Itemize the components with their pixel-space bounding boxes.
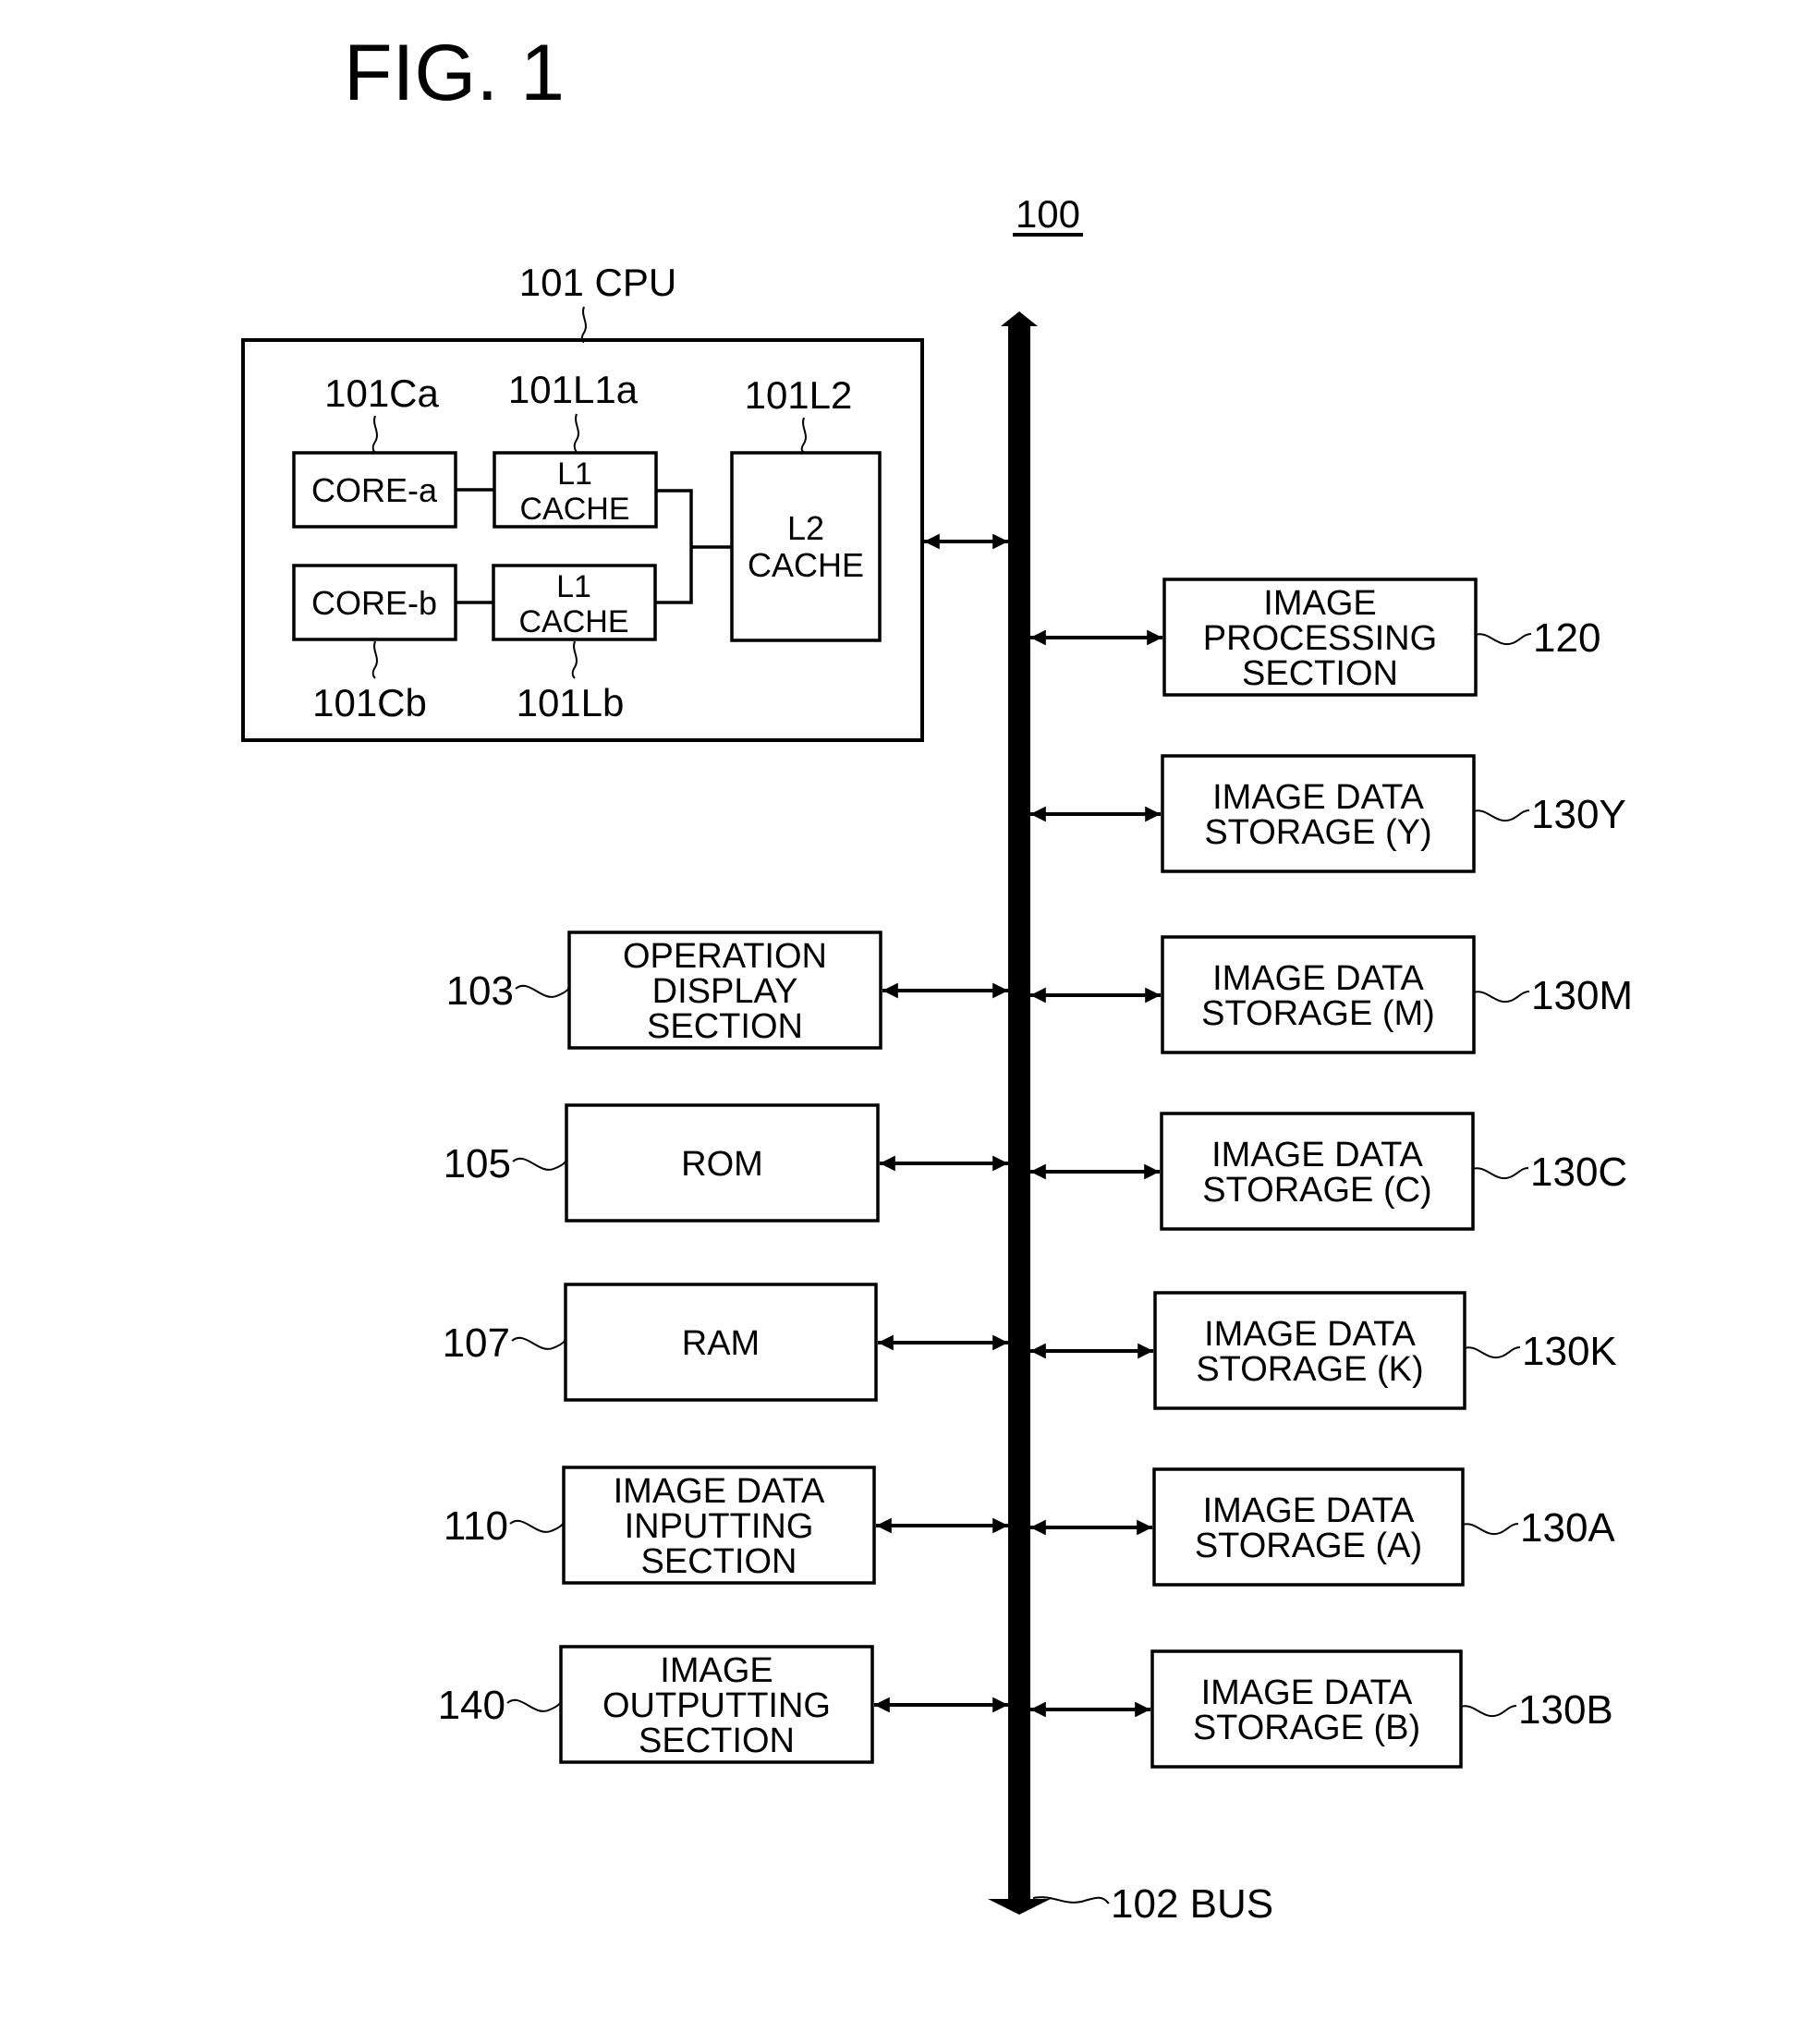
ref-leader-line <box>1475 633 1532 646</box>
bus <box>988 311 1051 1915</box>
block-text-line: SECTION <box>639 1722 795 1760</box>
block-text-line: IMAGE <box>660 1651 773 1690</box>
block-text-line: IMAGE DATA <box>614 1472 825 1511</box>
ref-leader-line <box>511 1336 566 1350</box>
ref-leader-line <box>512 1157 567 1171</box>
block-text-line: OPERATION <box>623 937 827 976</box>
block-text-line: STORAGE (C) <box>1202 1171 1431 1210</box>
l1a-line1: L1 <box>557 456 592 492</box>
l2-leader <box>800 417 807 454</box>
ref-leader-line <box>1464 1346 1521 1359</box>
core-b-block: CORE-b <box>292 564 457 641</box>
cpu-label: 101 CPU <box>519 261 676 304</box>
block-text-line: IMAGE DATA <box>1203 1491 1415 1530</box>
l2-line2: CACHE <box>748 546 864 584</box>
right-block-130Y: IMAGE DATASTORAGE (Y) 130Y <box>1030 754 1626 873</box>
right-block-120: IMAGEPROCESSINGSECTION 120 <box>1030 578 1600 697</box>
left-blocks: OPERATIONDISPLAYSECTION103ROM105RAM107IM… <box>438 931 1008 1764</box>
left-block-110: IMAGE DATAINPUTTINGSECTION 110 <box>444 1466 1008 1585</box>
bus-label: 102 BUS <box>1111 1881 1273 1927</box>
l1b-leader <box>571 640 578 679</box>
l1b-line1: L1 <box>556 569 591 604</box>
l2-ref: 101L2 <box>745 373 853 417</box>
ref-leader-line <box>1473 809 1530 822</box>
right-block-130M: IMAGE DATASTORAGE (M) 130M <box>1030 935 1633 1054</box>
block-ref-label: 130Y <box>1531 792 1626 837</box>
l1b-cache-block: L1 CACHE <box>492 564 657 641</box>
core-b-name: CORE-b <box>311 584 437 622</box>
right-block-130K: IMAGE DATASTORAGE (K) 130K <box>1030 1291 1617 1410</box>
l1b-ref: 101Lb <box>517 681 625 724</box>
block-text-line: IMAGE DATA <box>1204 1315 1416 1354</box>
core-a-leader <box>371 415 378 454</box>
block-ref-label: 120 <box>1533 615 1600 661</box>
block-text-line: STORAGE (Y) <box>1204 813 1431 852</box>
core-b-leader <box>371 640 378 679</box>
ref-leader-line <box>1460 1705 1517 1718</box>
core-a-block: CORE-a <box>292 451 457 529</box>
l1a-line2: CACHE <box>519 492 629 527</box>
block-text-line: DISPLAY <box>652 972 798 1011</box>
left-block-103: OPERATIONDISPLAYSECTION 103 <box>446 931 1008 1050</box>
block-text-line: SECTION <box>647 1007 803 1046</box>
block-text-line: STORAGE (A) <box>1195 1527 1422 1565</box>
block-ref-label: 130A <box>1520 1505 1615 1551</box>
l2-cache-block: L2 CACHE <box>730 451 882 642</box>
block-ref-label: 107 <box>443 1320 510 1366</box>
block-text-line: IMAGE <box>1263 584 1376 623</box>
block-text-line: SECTION <box>1242 654 1398 693</box>
block-text-line: SECTION <box>641 1542 797 1581</box>
block-ref-label: 130C <box>1530 1150 1627 1195</box>
right-block-130B: IMAGE DATASTORAGE (B) 130B <box>1030 1649 1613 1769</box>
block-text-line: STORAGE (K) <box>1196 1350 1423 1389</box>
right-block-130A: IMAGE DATASTORAGE (A) 130A <box>1030 1467 1615 1587</box>
ref-leader-line <box>1462 1523 1519 1536</box>
block-text-line: IMAGE DATA <box>1212 959 1424 998</box>
l1a-ref: 101L1a <box>508 368 639 411</box>
block-ref-label: 130K <box>1522 1329 1617 1374</box>
block-text-line: INPUTTING <box>625 1507 814 1546</box>
block-text-line: ROM <box>681 1145 763 1184</box>
cpu-leader-line <box>580 306 587 343</box>
block-text-line: RAM <box>682 1324 760 1363</box>
left-block-107: RAM 107 <box>443 1283 1008 1402</box>
block-text-line: IMAGE DATA <box>1212 778 1424 817</box>
l1a-leader <box>573 413 579 454</box>
ref-leader-line <box>509 1519 565 1533</box>
left-block-140: IMAGEOUTPUTTINGSECTION 140 <box>438 1645 1008 1764</box>
l2-line1: L2 <box>787 509 824 547</box>
block-ref-label: 110 <box>444 1503 508 1549</box>
system-ref-label: 100 <box>1016 192 1080 236</box>
block-text-line: IMAGE DATA <box>1201 1673 1413 1712</box>
ref-leader-line <box>506 1698 562 1712</box>
core-b-ref: 101Cb <box>312 681 427 724</box>
block-ref-label: 130M <box>1531 973 1633 1018</box>
block-ref-label: 130B <box>1518 1687 1613 1733</box>
block-text-line: PROCESSING <box>1203 619 1437 658</box>
right-blocks: IMAGEPROCESSINGSECTION120IMAGE DATASTORA… <box>1030 578 1633 1769</box>
l1a-cache-block: L1 CACHE <box>493 451 658 529</box>
block-text-line: OUTPUTTING <box>602 1686 831 1725</box>
core-a-ref: 101Ca <box>324 371 439 415</box>
block-ref-label: 105 <box>444 1141 511 1186</box>
block-text-line: STORAGE (M) <box>1201 994 1435 1033</box>
right-block-130C: IMAGE DATASTORAGE (C) 130C <box>1030 1112 1627 1231</box>
ref-leader-line <box>1473 991 1530 1004</box>
block-text-line: STORAGE (B) <box>1193 1709 1420 1747</box>
core-a-name: CORE-a <box>311 471 438 509</box>
block-text-line: IMAGE DATA <box>1211 1136 1423 1174</box>
block-ref-label: 103 <box>446 968 514 1014</box>
block-ref-label: 140 <box>438 1683 505 1728</box>
figure-title: FIG. 1 <box>344 29 565 117</box>
left-block-105: ROM 105 <box>444 1103 1008 1223</box>
ref-leader-line <box>515 984 570 998</box>
ref-leader-line <box>1472 1167 1529 1180</box>
block-diagram: FIG. 1 100 101 CPU 101Ca 101L1a 101L2 CO… <box>241 29 1633 1927</box>
l1b-line2: CACHE <box>518 604 628 639</box>
